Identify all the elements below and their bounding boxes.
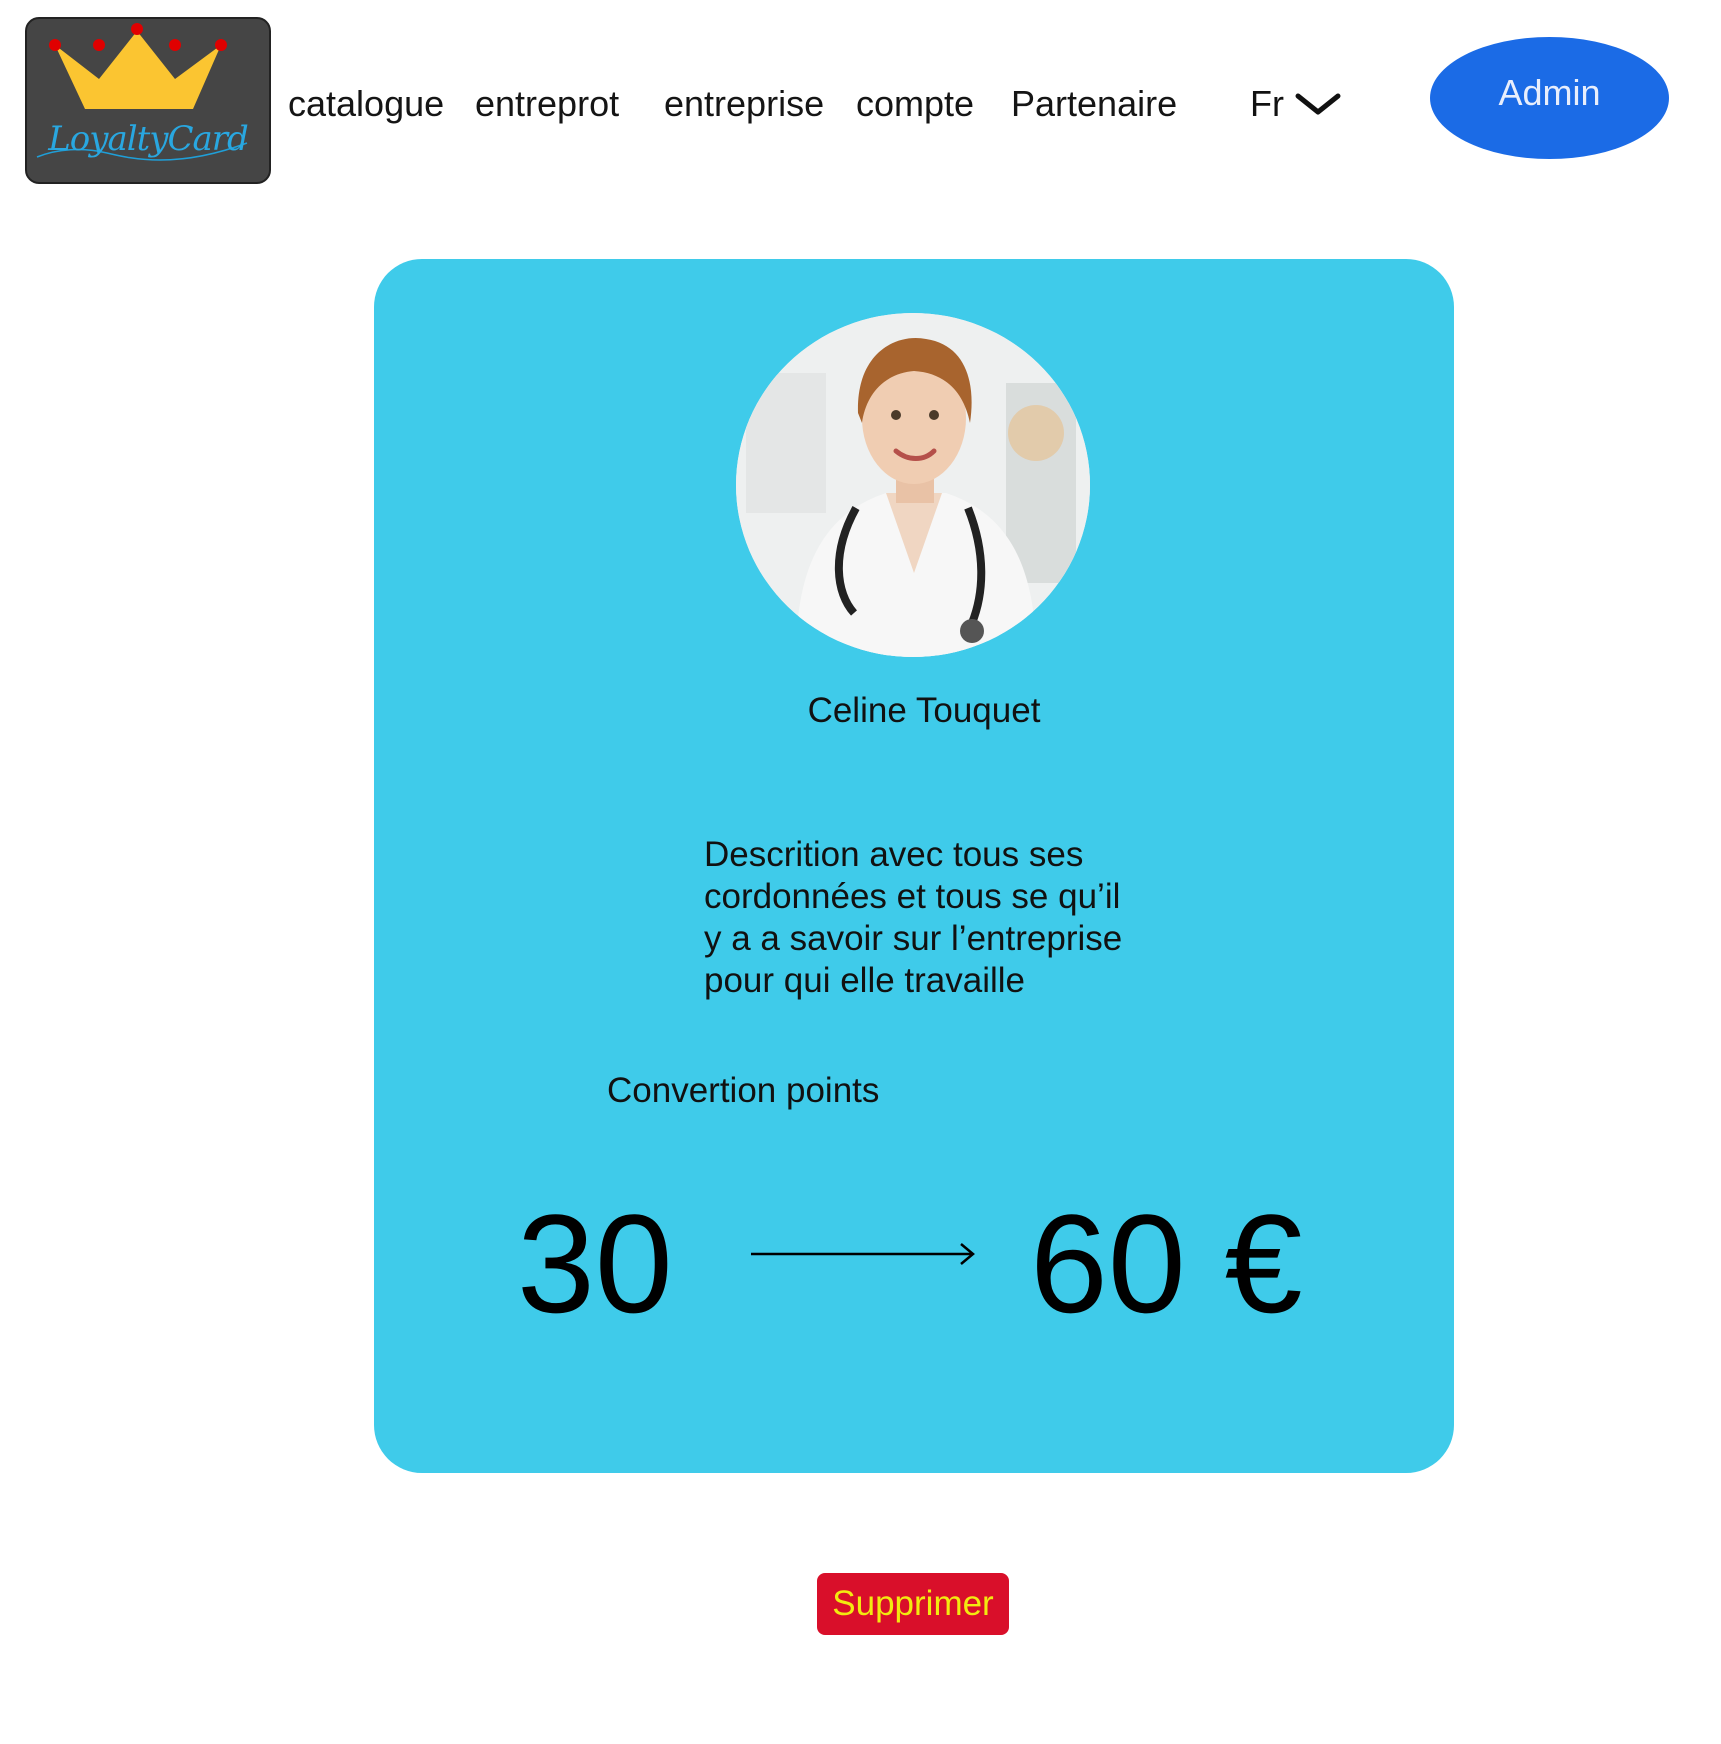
conversion-label: Convertion points	[607, 1071, 880, 1110]
logo-text: LoyaltyCard	[48, 119, 249, 159]
delete-button[interactable]: Supprimer	[817, 1573, 1009, 1635]
arrow-right-icon	[751, 1243, 975, 1265]
language-value: Fr	[1250, 83, 1284, 124]
nav-entreprise[interactable]: entreprise	[664, 78, 824, 130]
description: Descrition avec tous ses cordonnées et t…	[704, 834, 1164, 1002]
nav-compte[interactable]: compte	[856, 78, 974, 130]
loyaltycard-logo[interactable]: LoyaltyCard	[25, 17, 271, 184]
person-name: Celine Touquet	[807, 691, 1041, 730]
description-line: Descrition avec tous ses	[704, 835, 1084, 874]
nav-entreprot[interactable]: entreprot	[475, 78, 619, 130]
description-line: y a a savoir sur l’entreprise	[704, 919, 1123, 958]
description-line: cordonnées et tous se qu’il	[704, 877, 1121, 916]
admin-button[interactable]: Admin	[1430, 37, 1669, 159]
language-selector[interactable]: Fr	[1250, 78, 1342, 130]
avatar	[736, 313, 1090, 657]
euro-value: 60 €	[1030, 1185, 1303, 1342]
nav-catalogue[interactable]: catalogue	[288, 78, 444, 130]
points-value: 30	[517, 1185, 673, 1342]
chevron-down-icon	[1295, 93, 1341, 115]
nav-partenaire[interactable]: Partenaire	[1011, 78, 1177, 130]
profile-card: Celine Touquet Descrition avec tous ses …	[374, 259, 1454, 1473]
description-line: pour qui elle travaille	[704, 961, 1026, 1000]
